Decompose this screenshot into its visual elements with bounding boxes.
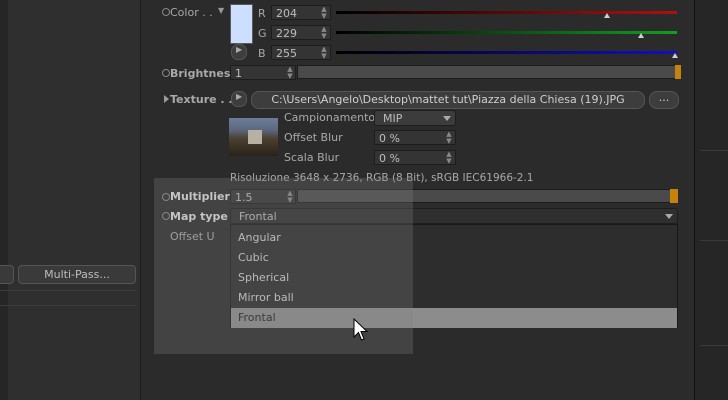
play-icon: ▶ — [236, 45, 243, 54]
r-slider-marker[interactable] — [604, 13, 610, 18]
texture-expand-icon[interactable] — [164, 95, 169, 103]
brightness-animation-dot[interactable] — [162, 69, 170, 77]
texture-path-field[interactable]: C:\Users\Angelo\Desktop\mattet tut\Piazz… — [251, 91, 645, 109]
brightness-spinner-icon[interactable]: ▲ ▼ — [285, 66, 295, 81]
right-frame-line — [700, 240, 728, 241]
left-panel — [0, 0, 141, 400]
r-label: R — [258, 7, 266, 20]
chevron-down-icon — [665, 214, 673, 219]
r-spinner-icon[interactable]: ▲ ▼ — [319, 6, 329, 21]
scale-blur-label: Scala Blur — [284, 151, 340, 164]
brightness-slider[interactable] — [297, 65, 677, 79]
left-panel-button-partial[interactable] — [0, 265, 14, 284]
mouse-cursor-icon — [353, 318, 369, 341]
brightness-slider-end — [675, 65, 681, 79]
texture-label: Texture . . — [170, 93, 233, 106]
multiplier-slider-end — [670, 189, 678, 203]
g-spinner-icon[interactable]: ▲ ▼ — [319, 26, 329, 41]
right-frame-line — [700, 345, 728, 346]
color-animation-dot[interactable] — [162, 8, 170, 16]
g-slider-marker[interactable] — [638, 33, 644, 38]
b-slider-track[interactable] — [336, 51, 677, 54]
b-slider-marker[interactable] — [672, 53, 678, 58]
thumbnail-detail — [248, 130, 262, 144]
texture-browse-button[interactable]: ... — [649, 91, 679, 109]
highlight-overlay — [154, 178, 413, 354]
b-spinner-icon[interactable]: ▲ ▼ — [319, 46, 329, 61]
sampling-label: Campionamento — [284, 111, 376, 124]
offset-blur-spinner-icon[interactable]: ▲ ▼ — [444, 131, 454, 146]
b-label: B — [258, 47, 266, 60]
color-swatch[interactable] — [230, 4, 253, 44]
brightness-label: Brightness — [170, 67, 237, 80]
g-slider-track[interactable] — [336, 31, 677, 34]
right-frame-line — [700, 150, 728, 151]
left-panel-edge — [0, 0, 8, 400]
left-panel-divider — [0, 290, 136, 291]
offset-blur-label: Offset Blur — [284, 131, 343, 144]
right-viewport-edge — [694, 0, 728, 400]
scale-blur-spinner-icon[interactable]: ▲ ▼ — [444, 151, 454, 166]
play-icon: ▶ — [236, 92, 243, 101]
g-label: G — [258, 27, 267, 40]
chevron-down-icon — [443, 116, 451, 121]
color-expand-icon[interactable]: ▼ — [218, 6, 224, 15]
color-label: Color . . — [170, 6, 213, 19]
left-panel-divider — [0, 305, 136, 306]
r-slider-track[interactable] — [336, 11, 677, 14]
multi-pass-button[interactable]: Multi-Pass... — [18, 265, 136, 284]
